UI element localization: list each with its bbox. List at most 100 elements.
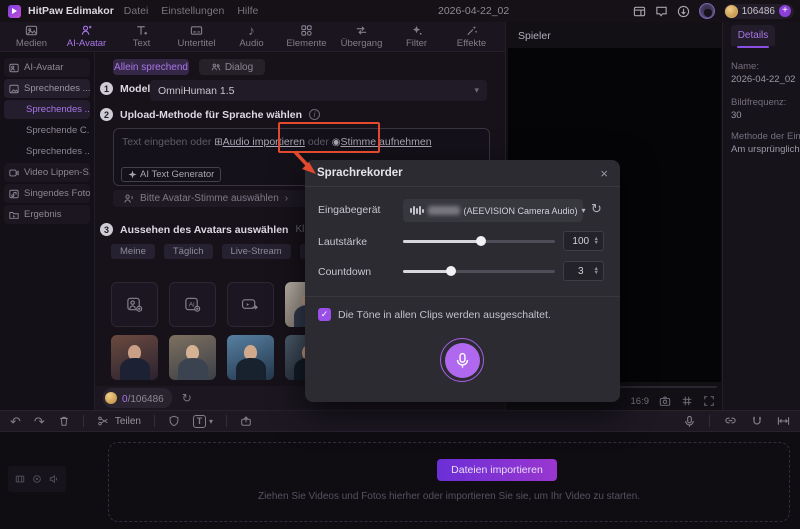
grid-icon[interactable] <box>681 395 693 407</box>
detail-framerate-value: 30 <box>731 110 742 121</box>
split-icon[interactable] <box>97 415 109 427</box>
volume-value-box[interactable]: 100 ▲ ▼ <box>563 231 604 251</box>
avatar-thumb-man-podium[interactable] <box>227 335 274 380</box>
snapshot-icon[interactable] <box>659 395 671 407</box>
tab-medien[interactable]: Medien <box>6 24 57 49</box>
mute-clips-row: ✓ Die Töne in allen Clips werden ausgesc… <box>318 308 551 321</box>
sidebar-item-singendes-foto[interactable]: Singendes Foto <box>4 184 90 203</box>
link-icon[interactable] <box>724 415 737 427</box>
sidebar-item-ai-avatar[interactable]: AI-Avatar <box>4 58 90 77</box>
timeline-toolbar: ↶ ↷ Teilen T ▾ <box>0 410 800 432</box>
download-icon[interactable] <box>677 5 690 18</box>
refresh-icon[interactable]: ↻ <box>182 392 192 404</box>
tab-elemente[interactable]: Elemente <box>281 24 332 49</box>
magnet-icon[interactable] <box>751 415 763 427</box>
countdown-steppers[interactable]: ▲ ▼ <box>594 266 599 276</box>
tab-ai-avatar[interactable]: AI-Avatar <box>61 24 112 49</box>
app-window: HitPaw Edimakor Datei Einstellungen Hilf… <box>0 0 800 529</box>
mic-icon[interactable] <box>684 415 695 428</box>
layout-icon[interactable] <box>633 5 646 18</box>
sidebar-item-video-lippen[interactable]: Video Lippen-S... <box>4 163 90 182</box>
sidebar-item-ergebnis[interactable]: Ergebnis <box>4 205 90 224</box>
upload-method-label: Upload-Methode für Sprache wählen <box>120 108 303 121</box>
track-hide-icon[interactable] <box>32 474 42 484</box>
menu-datei[interactable]: Datei <box>124 5 149 17</box>
volume-slider[interactable] <box>403 235 555 246</box>
credits-pill[interactable]: 106486 + <box>723 3 794 19</box>
tab-uebergang[interactable]: Übergang <box>336 24 387 49</box>
menu-hilfe[interactable]: Hilfe <box>237 5 258 17</box>
import-audio-icon: ⊞ <box>214 137 223 148</box>
volume-label: Lautstärke <box>318 236 368 248</box>
input-device-label: Eingabegerät <box>318 204 381 216</box>
mute-checkbox[interactable]: ✓ <box>318 308 331 321</box>
menu-einstellungen[interactable]: Einstellungen <box>161 5 224 17</box>
input-device-select[interactable]: (AEEVISION Camera Audio) ▾ <box>403 199 586 222</box>
transition-icon <box>355 24 368 37</box>
close-icon[interactable]: × <box>600 166 608 181</box>
redo-icon[interactable]: ↷ <box>34 415 45 428</box>
drop-hint-text: Ziehen Sie Videos und Fotos hierher oder… <box>257 491 641 502</box>
feedback-icon[interactable] <box>655 5 668 18</box>
result-folder-icon <box>9 210 19 220</box>
user-avatar[interactable] <box>698 3 715 19</box>
volume-steppers[interactable]: ▲ ▼ <box>594 236 599 246</box>
step3-number: 3 <box>100 223 113 236</box>
person-add-icon <box>126 296 143 313</box>
track-film-icon[interactable] <box>15 474 25 484</box>
export-clip-icon[interactable] <box>240 415 252 427</box>
split-label[interactable]: Teilen <box>115 416 141 427</box>
info-icon[interactable]: i <box>309 109 321 120</box>
text-icon <box>135 24 148 37</box>
ribbon-tabs: Medien AI-Avatar Text Untertitel ♪ Audio… <box>0 22 505 52</box>
media-drop-zone[interactable] <box>108 442 790 522</box>
category-livestream[interactable]: Live-Stream <box>221 244 291 259</box>
tab-dialog-mode[interactable]: Dialog <box>199 59 265 75</box>
menubar: HitPaw Edimakor Datei Einstellungen Hilf… <box>0 0 800 22</box>
countdown-slider[interactable] <box>403 265 555 276</box>
sidebar-item-sprechendes-group[interactable]: Sprechendes ... ▲ <box>4 79 90 98</box>
tab-untertitel[interactable]: Untertitel <box>171 24 222 49</box>
category-meine[interactable]: Meine <box>111 244 155 259</box>
tab-filter[interactable]: Filter <box>391 24 442 49</box>
ai-text-generator-button[interactable]: AI Text Generator <box>121 167 222 182</box>
countdown-value-box[interactable]: 3 ▲ ▼ <box>563 261 604 281</box>
feature-sidebar: AI-Avatar Sprechendes ... ▲ Sprechendes … <box>0 52 95 410</box>
ai-generate-avatar-card[interactable]: Ai <box>169 282 216 327</box>
media-icon <box>25 24 38 37</box>
tab-effekte[interactable]: Effekte <box>446 24 497 49</box>
avatar-thumb-woman-blonde[interactable] <box>169 335 216 380</box>
aspect-ratio-select[interactable]: 16:9 <box>631 396 650 407</box>
delete-icon[interactable] <box>58 415 70 427</box>
sidebar-subitem-sprechendes[interactable]: Sprechendes ... <box>4 100 90 119</box>
undo-icon[interactable]: ↶ <box>10 415 21 428</box>
talking-photo-icon <box>9 84 19 94</box>
audio-icon: ♪ <box>248 23 255 38</box>
refresh-device-icon[interactable]: ↻ <box>591 202 602 215</box>
tab-allein-sprechend[interactable]: Allein sprechend <box>113 59 189 75</box>
add-credits-button[interactable]: + <box>779 5 791 17</box>
record-button[interactable] <box>440 338 484 382</box>
track-mute-icon[interactable] <box>49 474 59 484</box>
import-files-button[interactable]: Dateien importieren <box>437 459 557 481</box>
model-select[interactable]: OmniHuman 1.5 ▾ <box>150 80 487 101</box>
fullscreen-icon[interactable] <box>703 395 715 407</box>
add-custom-avatar-card[interactable] <box>111 282 158 327</box>
device-name: (AEEVISION Camera Audio) <box>463 205 578 216</box>
player-title: Spieler <box>518 30 551 42</box>
video-avatar-card[interactable] <box>227 282 274 327</box>
sidebar-subitem-sprechende-c[interactable]: Sprechende C... <box>4 121 90 140</box>
auto-ripple-icon[interactable] <box>777 415 790 427</box>
appearance-label: Aussehen des Avatars auswählen <box>120 223 289 236</box>
sidebar-subitem-sprechendes-2[interactable]: Sprechendes ... <box>4 142 90 161</box>
tab-text[interactable]: Text <box>116 24 167 49</box>
waveform-icon <box>410 206 424 215</box>
credits-count: 106486 <box>741 5 775 17</box>
text-tool-button[interactable]: T ▾ <box>192 414 213 428</box>
detail-framerate-label: Bildfrequenz: <box>731 97 787 108</box>
tab-audio[interactable]: ♪ Audio <box>226 24 277 49</box>
marker-icon[interactable] <box>168 415 180 427</box>
tab-details[interactable]: Details <box>731 25 775 46</box>
avatar-thumb-woman-dark[interactable] <box>111 335 158 380</box>
category-taeglich[interactable]: Täglich <box>163 244 213 259</box>
